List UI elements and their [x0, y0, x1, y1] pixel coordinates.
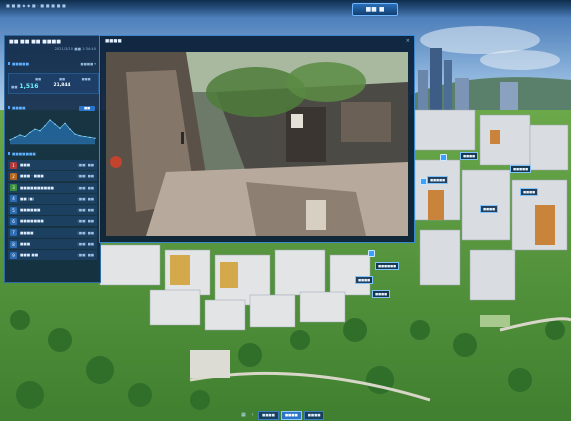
bottom-toolbar: ▦ ‹ ■■■■ ■■■■ ■■■■: [240, 410, 325, 420]
stat-main: ■■ 1,516: [11, 83, 38, 90]
chart-point: [79, 135, 81, 137]
chart-point: [9, 139, 11, 141]
list-item-count: (■■) ■■: [77, 163, 94, 167]
left-panel: ■■ ■■ ■■ ■■■■ 2021/3/10 ■■ 1:34:40 ■■■■■…: [4, 35, 101, 283]
chart-toggle-button[interactable]: ■■: [79, 106, 95, 111]
map-label[interactable]: ■■■■■: [510, 165, 532, 173]
list-item-count: (■■) ■■: [77, 196, 94, 201]
ranking-list: 1 ■■■ (■■) ■■ 2 ■■■ · ■■■ (■■) ■■ 3 ■■■■■■■■■■(…: [8, 160, 97, 262]
list-item-index: 3: [10, 184, 17, 192]
list-item-name: ■■■■■■: [20, 208, 41, 213]
stat-label: ■■: [58, 77, 66, 81]
chart-point: [34, 128, 36, 130]
list-item-index: 1: [10, 161, 17, 169]
chart-point: [14, 136, 16, 138]
stat-label: ■■■: [81, 77, 91, 81]
list-item-count: (■■) ■■: [77, 230, 94, 235]
list-item-count: (■■) ■■: [77, 174, 94, 179]
list-item-name: ■■■ · ■■■: [20, 174, 44, 179]
window-title: ■■■■: [105, 39, 122, 44]
list-item-name: ■■■: [20, 163, 31, 167]
chart-point: [59, 127, 61, 129]
map-label[interactable]: ■■■■: [460, 152, 479, 160]
list-item-count: (■■) ■■: [77, 253, 94, 258]
list-item-index: 4: [10, 195, 17, 203]
stat-col: ■■■: [77, 77, 95, 83]
bottom-tab[interactable]: ■■■■: [303, 410, 325, 420]
chart-point: [19, 134, 21, 136]
list-item[interactable]: 6 ■■■■■■■ (■■) ■■: [8, 216, 97, 227]
list-item-name: ■■ (■): [20, 196, 35, 201]
list-item-name: ■■■■: [20, 230, 34, 235]
trend-chart: [9, 119, 96, 145]
list-item-count: (■■) ■■: [77, 208, 94, 213]
status-bar-text: ■ ■ ■ ◆ ◆ ■ · ■ ■ ■ ■ ■: [6, 3, 67, 8]
list-item[interactable]: 5 ■■■■■■ (■■) ■■: [8, 205, 97, 216]
section-title: ■■■■■: [8, 62, 29, 66]
list-item[interactable]: 7 ■■■■ (■■) ■■: [8, 227, 97, 238]
chart-point: [29, 131, 31, 134]
grid-icon[interactable]: ▦: [240, 412, 247, 419]
list-item-count: (■■) ■■: [77, 185, 94, 190]
close-icon[interactable]: ×: [406, 38, 410, 44]
list-item[interactable]: 1 ■■■ (■■) ■■: [8, 160, 97, 170]
map-label[interactable]: ■■■■■■: [375, 262, 400, 270]
list-item[interactable]: 4 ■■ (■) (■■) ■■: [8, 193, 97, 204]
chart-point: [89, 136, 91, 138]
list-item-count: (■■) ■■: [77, 219, 94, 224]
map-label[interactable]: ■■■■: [480, 205, 499, 213]
list-item-index: 6: [10, 217, 17, 225]
section-title: ■■■■■■■: [8, 152, 36, 156]
chart-point: [94, 137, 96, 139]
list-item-name: ■■■■■■■■■■: [20, 185, 54, 190]
bottom-tab-active[interactable]: ■■■■: [280, 410, 302, 420]
list-item[interactable]: 2 ■■■ · ■■■ (■■) ■■: [8, 171, 97, 182]
chart-point: [84, 135, 86, 138]
map-label[interactable]: ■■■■: [372, 290, 391, 298]
list-item-index: 2: [10, 172, 17, 180]
list-item[interactable]: 3 ■■■■■■■■■■ (■■) ■■: [8, 182, 97, 193]
chart-point: [44, 125, 46, 127]
list-item-index: 7: [10, 229, 17, 237]
chart-point: [49, 119, 51, 121]
stat-box: ■■ ■■ 21,844 ■■■ ■■ 1,516: [8, 73, 99, 94]
map-pin-icon[interactable]: [368, 250, 375, 257]
list-item[interactable]: 9 ■■■ ■■ (■■) ■■: [8, 250, 97, 261]
chevron-left-icon[interactable]: ‹: [249, 412, 256, 419]
chart-point: [54, 123, 56, 125]
page-title: ■■ ■: [352, 3, 398, 16]
list-item-name: ■■■: [20, 242, 31, 247]
top-bar: ■ ■ ■ ◆ ◆ ■ · ■ ■ ■ ■ ■ ■■ ■: [0, 0, 571, 18]
map-label[interactable]: ■■■■■: [427, 176, 449, 184]
list-item-index: 9: [10, 251, 17, 259]
list-item[interactable]: 8 ■■■ (■■) ■■: [8, 239, 97, 250]
chart-point: [64, 122, 66, 124]
map-label[interactable]: ■■■■: [355, 276, 374, 284]
panel-title: ■■ ■■ ■■ ■■■■: [9, 39, 62, 45]
stat-main-value: 1,516: [19, 83, 39, 90]
section-filter[interactable]: ■■■■ ▾: [80, 62, 96, 66]
list-item-count: (■■) ■■: [77, 242, 94, 247]
map-pin-icon[interactable]: [420, 178, 427, 185]
video-monitor-window[interactable]: ■■■■ ×: [99, 35, 415, 243]
section-title: ■■■■: [8, 106, 26, 110]
stat-label: ■■: [34, 77, 42, 81]
list-item-index: 5: [10, 206, 17, 214]
chart-point: [69, 128, 71, 130]
chart-point: [39, 130, 41, 132]
list-item-name: ■■■■■■■: [20, 219, 44, 224]
camera-feed[interactable]: [106, 52, 408, 236]
chart-point: [74, 133, 76, 135]
stat-col: ■■ 21,844: [53, 77, 71, 88]
stat-value: 21,844: [53, 83, 71, 88]
map-label[interactable]: ■■■■: [520, 188, 539, 196]
list-item-name: ■■■ ■■: [20, 253, 39, 258]
map-pin-icon[interactable]: [440, 154, 447, 161]
chart-area: [10, 120, 95, 144]
stat-main-label: ■■: [11, 85, 18, 89]
chart-point: [24, 135, 26, 138]
bottom-tab[interactable]: ■■■■: [258, 410, 279, 420]
list-item-index: 8: [10, 240, 17, 248]
panel-time: 2021/3/10 ■■ 1:34:40: [54, 47, 96, 51]
